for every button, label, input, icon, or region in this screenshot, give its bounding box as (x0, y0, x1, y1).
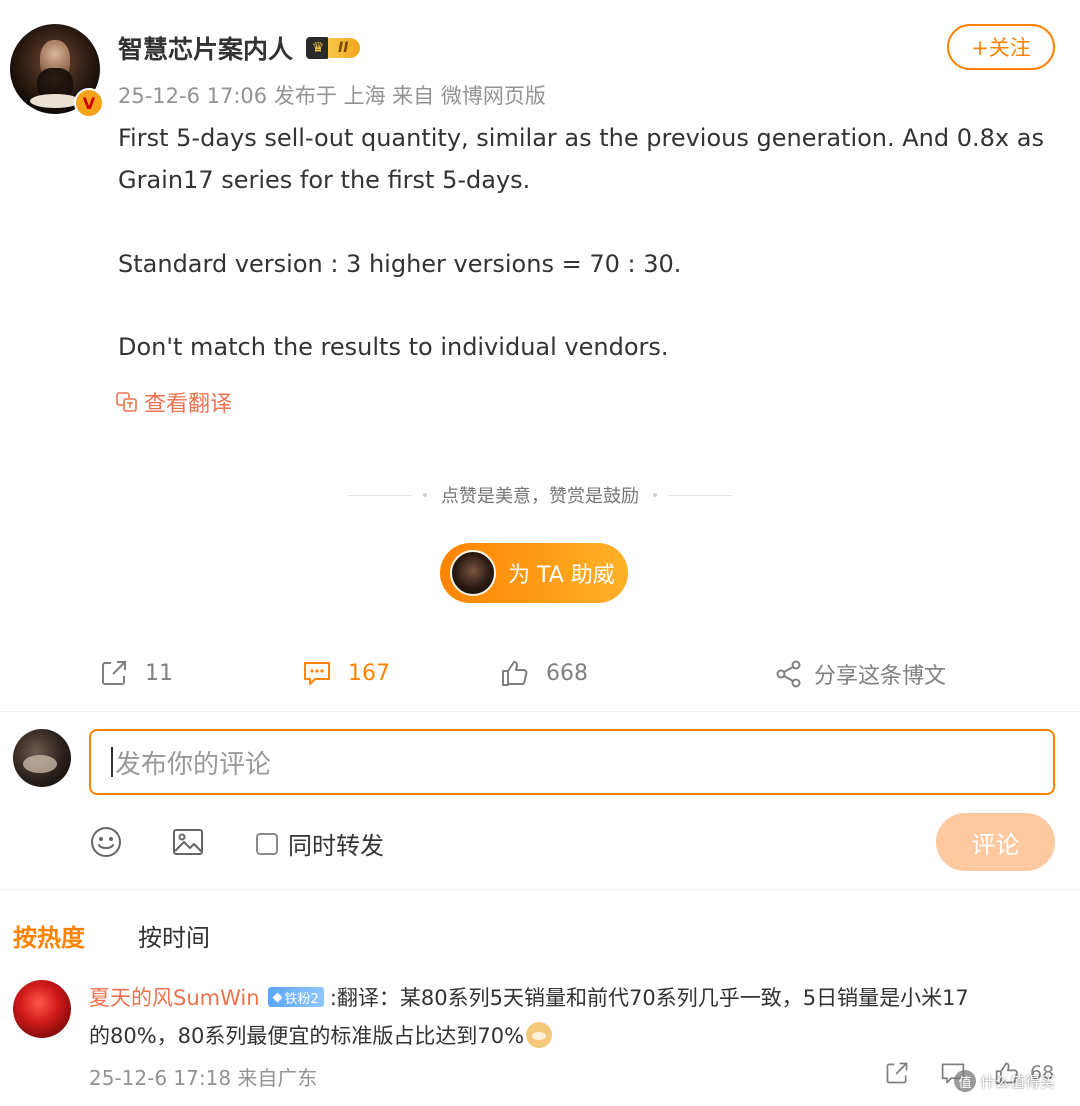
level-label: II (328, 38, 361, 58)
forward-checkbox[interactable]: 同时转发 (256, 826, 384, 861)
comment-line: 夏天的风SumWin ◆ 铁粉2 :翻译：某80系列5天销量和前代70系列几乎一… (89, 982, 969, 1012)
follow-button[interactable]: +关注 (947, 24, 1055, 70)
diamond-icon: ◆ (272, 989, 283, 1005)
comment-icon (304, 662, 330, 685)
repost-icon (102, 661, 126, 685)
author-name[interactable]: 智慧芯片案内人 (118, 30, 293, 66)
comment-action[interactable]: 167 (302, 658, 390, 688)
like-action[interactable]: 668 (500, 658, 588, 688)
comment-count: 167 (348, 660, 390, 686)
watermark-text: 什么值得买 (980, 1072, 1056, 1091)
sort-by-time-tab[interactable]: 按时间 (138, 918, 210, 953)
share-action[interactable]: 分享这条博文 (776, 658, 946, 690)
my-avatar (13, 729, 71, 787)
comment-text: :翻译：某80系列5天销量和前代70系列几乎一致，5日销量是小米17 (329, 986, 969, 1010)
repost-count: 11 (145, 660, 173, 686)
translate-link[interactable]: 查看翻译 (116, 386, 232, 418)
post-text-line: Grain17 series for the first 5-days. (118, 166, 531, 194)
comment-text: 的80%，80系列最便宜的标准版占比达到70% (89, 1024, 525, 1048)
comment-meta: 25-12-6 17:18 来自广东 (89, 1066, 318, 1090)
divider (0, 711, 1080, 712)
commenter-name[interactable]: 夏天的风SumWin (89, 982, 260, 1012)
forward-label: 同时转发 (288, 832, 384, 860)
share-icon (776, 660, 801, 688)
like-count: 668 (546, 660, 588, 686)
post-text-line: Standard version : 3 higher versions = 7… (118, 250, 682, 278)
level-badge[interactable]: ♛ II (306, 36, 361, 60)
site-watermark: 值 什么值得买 (954, 1070, 1055, 1092)
post-text-line: Don't match the results to individual ve… (118, 333, 669, 361)
commenter-avatar[interactable] (13, 980, 71, 1038)
comment-repost-icon[interactable] (884, 1060, 910, 1086)
sort-by-hot-tab[interactable]: 按热度 (13, 918, 85, 953)
comment-placeholder: 发布你的评论 (115, 749, 272, 780)
submit-comment-button[interactable]: 评论 (936, 813, 1055, 871)
verified-icon: V (74, 88, 104, 118)
reward-text: 点赞是美意，赞赏是鼓励 (441, 486, 639, 507)
crown-icon: ♛ (306, 37, 330, 59)
like-icon (502, 661, 528, 686)
share-label: 分享这条博文 (814, 664, 947, 689)
cheer-button[interactable]: 为 TA 助威 (440, 543, 628, 603)
doge-emoji-icon (526, 1022, 553, 1048)
comment-line: 的80%，80系列最便宜的标准版占比达到70% (89, 1020, 553, 1050)
fan-badge[interactable]: ◆ 铁粉2 (267, 987, 324, 1007)
fan-badge-label: 铁粉2 (284, 991, 319, 1007)
watermark-logo-icon: 值 (954, 1070, 976, 1092)
reward-divider: 点赞是美意，赞赏是鼓励 (0, 482, 1080, 508)
checkbox-box (256, 832, 278, 855)
divider (0, 889, 1080, 890)
translate-icon (116, 392, 137, 412)
emoji-icon[interactable] (89, 825, 123, 859)
translate-label: 查看翻译 (144, 392, 233, 417)
repost-action[interactable]: 11 (99, 658, 173, 688)
cheer-label: 为 TA 助威 (508, 563, 615, 588)
cheer-avatar (450, 550, 496, 596)
image-icon[interactable] (171, 825, 205, 859)
text-caret (111, 747, 113, 777)
comment-input[interactable]: 发布你的评论 (89, 729, 1055, 795)
post-meta: 25-12-6 17:06 发布于 上海 来自 微博网页版 (118, 84, 546, 108)
post-text-line: First 5-days sell-out quantity, similar … (118, 124, 1044, 152)
